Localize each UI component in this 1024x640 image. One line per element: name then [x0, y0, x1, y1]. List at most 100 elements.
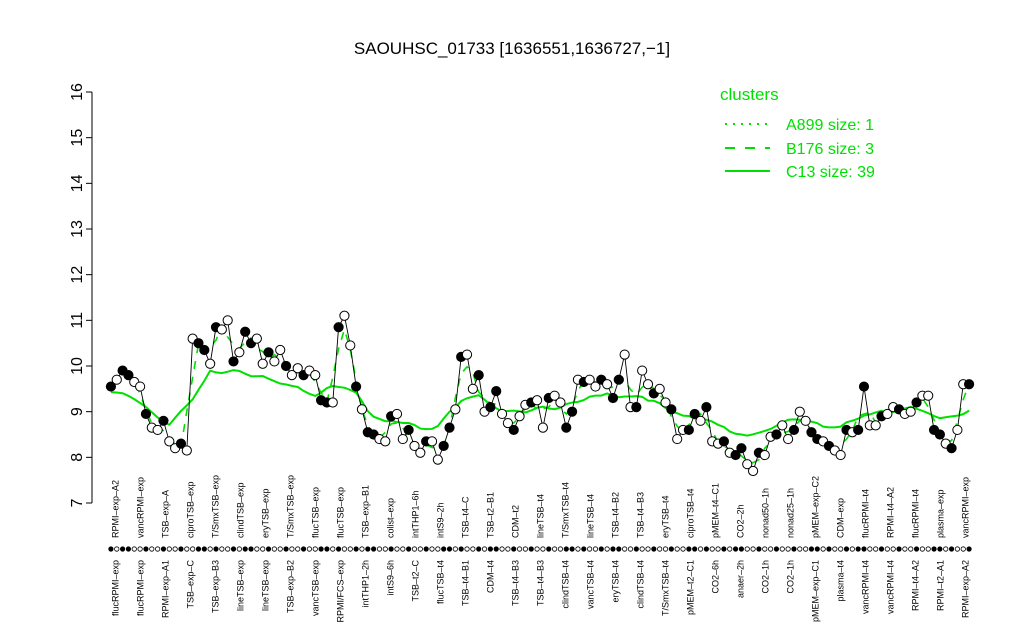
category-label: TSB–t2–C: [410, 560, 420, 602]
data-point: [800, 415, 811, 426]
category-label: anaer–2h: [735, 560, 745, 598]
rug-mark: [931, 546, 937, 552]
rug-mark: [289, 546, 295, 552]
category-label: TSB–t4–C: [460, 496, 470, 538]
data-point: [426, 436, 438, 447]
rug-mark: [937, 546, 943, 552]
category-label: intS9–6h: [385, 560, 395, 596]
rug-mark: [441, 546, 447, 552]
category-label: pMEM–exp–C1: [810, 560, 820, 622]
category-label: intTHP1–6h: [410, 490, 420, 538]
rug-mark: [265, 546, 272, 552]
rug-mark: [738, 546, 745, 552]
category-label: nonad50–1h: [760, 488, 770, 538]
rug-mark: [919, 546, 925, 552]
rug-mark: [727, 546, 733, 552]
rug-mark: [598, 546, 604, 552]
category-label: RPMI–t2–A1: [935, 560, 945, 611]
category-label: TSB–t4–B3: [635, 492, 645, 538]
data-point: [695, 415, 706, 426]
data-point: [642, 379, 654, 390]
rug-mark: [435, 546, 441, 552]
category-label: TSB–t4–B1: [460, 560, 470, 606]
category-label: vancTSB–exp: [310, 560, 320, 616]
rug-mark: [242, 546, 248, 552]
rug-mark: [528, 546, 534, 552]
rug-mark: [365, 546, 371, 552]
category-label: ciproTSB–t4: [685, 488, 695, 538]
rug-mark: [248, 546, 254, 552]
data-point: [555, 397, 566, 408]
rug-mark: [493, 546, 499, 552]
y-tick-label: 14: [69, 174, 86, 192]
rug-mark: [803, 546, 809, 552]
data-point: [666, 404, 677, 415]
rug-mark: [225, 546, 231, 552]
data-point: [473, 370, 484, 381]
rug-mark: [260, 546, 266, 552]
data-point: [205, 358, 216, 369]
rug-mark: [119, 546, 126, 552]
rug-mark: [330, 546, 336, 552]
category-label: CO2–6h: [710, 560, 720, 594]
category-label: flucRPMI–t4: [860, 489, 870, 538]
expression-chart: SAOUHSC_01733 [1636551,1636727,−1] 7 8 9 10…: [69, 39, 975, 623]
cluster-line-b176: [110, 323, 970, 464]
category-label: clindTSB–t4: [635, 560, 645, 609]
category-label: TSB–exp–A: [160, 490, 170, 538]
category-label: TSB–t2–B1: [485, 492, 495, 538]
category-label: TSB–t4–B2: [610, 492, 620, 538]
data-point: [251, 333, 262, 344]
data-point: [444, 422, 455, 433]
y-tick-label: 10: [69, 357, 86, 375]
rug-mark: [359, 546, 365, 552]
rug-mark: [201, 546, 207, 552]
category-label: TSB–exp–B3: [210, 560, 220, 613]
data-point: [683, 424, 694, 436]
category-label: nonad25–1h: [785, 488, 795, 538]
rug-mark: [464, 546, 470, 552]
rug-mark: [324, 546, 330, 552]
category-label: TSB–t4–B3: [535, 560, 545, 606]
rug-mark: [283, 546, 289, 552]
category-label: lineTSB–t4: [535, 494, 545, 538]
data-point: [234, 347, 245, 358]
category-label: flucRPMI–exp: [135, 560, 145, 616]
legend: clusters A899 size: 1 B176 size: 3 C13 s…: [720, 85, 875, 181]
rug-mark: [108, 546, 114, 552]
rug-mark: [353, 546, 359, 552]
data-point: [654, 383, 665, 394]
data-point: [783, 433, 794, 445]
category-label: eryTSB–exp: [260, 488, 270, 538]
data-point: [397, 433, 408, 445]
rug-mark: [703, 546, 709, 552]
category-label: flucRPMI–exp: [110, 560, 120, 616]
category-label: TSB–exp–B1: [360, 485, 370, 538]
data-point: [339, 310, 350, 321]
data-point: [963, 379, 975, 390]
data-point: [567, 406, 578, 417]
data-point: [561, 422, 572, 433]
rug-mark: [236, 546, 242, 552]
rug-mark: [499, 546, 505, 552]
data-point: [853, 424, 864, 436]
data-point: [923, 390, 934, 401]
rug-mark: [756, 546, 762, 552]
rug-mark: [254, 546, 260, 552]
data-point: [333, 322, 344, 333]
category-label: clindTSB–t4: [560, 560, 570, 609]
rug-mark: [184, 546, 190, 552]
rug-mark: [213, 546, 219, 552]
data-points: [105, 310, 975, 477]
y-tick-label: 9: [69, 407, 86, 416]
rug-mark: [925, 546, 931, 552]
y-tick-label: 7: [69, 498, 86, 507]
data-point: [280, 360, 292, 372]
category-label: RPMI/FCS–exp: [335, 560, 345, 623]
category-label: lineTSB–exp: [235, 560, 245, 611]
data-point: [327, 397, 338, 408]
data-point: [508, 424, 519, 436]
category-label: colist–exp: [385, 498, 395, 538]
data-point: [240, 326, 251, 337]
legend-title: clusters: [720, 85, 779, 104]
